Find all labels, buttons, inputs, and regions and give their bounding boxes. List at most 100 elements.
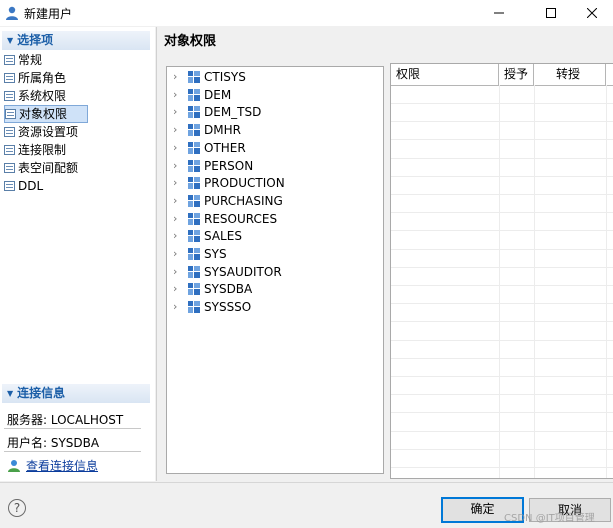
grid-header: 权限 授予 转授 bbox=[391, 64, 613, 86]
minimize-button[interactable] bbox=[476, 0, 522, 26]
view-connection-link[interactable]: 查看连接信息 bbox=[7, 457, 98, 474]
options-header-label: 选择项 bbox=[17, 33, 54, 47]
grid-row-line bbox=[391, 303, 613, 305]
nav-item-label: 常规 bbox=[18, 53, 43, 67]
nav-item-general[interactable]: 常规 bbox=[4, 51, 150, 69]
page-icon bbox=[4, 163, 15, 173]
tree-node-schema[interactable]: › PERSON bbox=[167, 157, 253, 175]
page-icon bbox=[4, 91, 15, 101]
tree-node-schema[interactable]: › PRODUCTION bbox=[167, 174, 285, 192]
nav-item-system-privileges[interactable]: 系统权限 bbox=[4, 87, 150, 105]
grid-row-line bbox=[391, 194, 613, 195]
schema-icon bbox=[188, 301, 200, 314]
tree-node-schema[interactable]: › SYSAUDITOR bbox=[167, 263, 282, 281]
nav-item-ddl[interactable]: DDL bbox=[4, 177, 150, 195]
connection-header-label: 连接信息 bbox=[17, 386, 66, 400]
column-header-grant[interactable]: 授予 bbox=[499, 64, 534, 85]
tree-node-schema[interactable]: › SYSSSO bbox=[167, 298, 251, 316]
grid-row-line bbox=[391, 248, 613, 250]
privilege-grid[interactable]: 权限 授予 转授 bbox=[390, 63, 613, 479]
grid-row-line bbox=[391, 339, 613, 341]
grid-row-line bbox=[391, 157, 613, 159]
tree-node-schema[interactable]: › PURCHASING bbox=[167, 192, 283, 210]
tree-node-label: CTISYS bbox=[204, 70, 246, 84]
title-bar: 新建用户 bbox=[0, 0, 613, 26]
expand-chevron-icon[interactable]: › bbox=[173, 192, 185, 210]
page-icon bbox=[4, 55, 15, 65]
tree-node-label: SALES bbox=[204, 229, 242, 244]
schema-icon bbox=[188, 230, 200, 243]
divider bbox=[4, 451, 141, 452]
grid-row-line bbox=[391, 212, 613, 214]
tree-node-schema[interactable]: › SYSDBA bbox=[167, 280, 252, 298]
expand-chevron-icon[interactable]: › bbox=[173, 121, 185, 139]
tree-node-label: DMHR bbox=[204, 123, 241, 138]
grid-row-line bbox=[391, 139, 613, 141]
schema-icon bbox=[188, 265, 200, 278]
page-title: 对象权限 bbox=[164, 34, 217, 49]
grid-row-line bbox=[391, 103, 613, 104]
view-connection-label: 查看连接信息 bbox=[26, 459, 99, 473]
expand-chevron-icon[interactable]: › bbox=[173, 139, 185, 157]
tree-node-schema[interactable]: › RESOURCES bbox=[167, 210, 277, 228]
expand-chevron-icon[interactable]: › bbox=[173, 157, 185, 175]
tree-node-schema[interactable]: › DEM bbox=[167, 86, 231, 104]
schema-icon bbox=[188, 177, 200, 190]
tree-node-schema[interactable]: › SALES bbox=[167, 227, 242, 245]
expand-chevron-icon[interactable]: › bbox=[173, 103, 185, 121]
close-button[interactable] bbox=[569, 0, 613, 26]
tree-node-schema[interactable]: › CTISYS bbox=[167, 68, 246, 86]
nav-item-label: 连接限制 bbox=[18, 143, 67, 157]
schema-icon bbox=[188, 194, 200, 207]
options-section-header[interactable]: ▼ 选择项 bbox=[2, 31, 150, 50]
schema-icon bbox=[188, 212, 200, 225]
expand-chevron-icon[interactable]: › bbox=[173, 298, 185, 316]
grid-column-line bbox=[534, 85, 535, 478]
tree-node-schema[interactable]: › DEM_TSD bbox=[167, 103, 261, 121]
expand-chevron-icon[interactable]: › bbox=[173, 263, 185, 281]
connection-section-header[interactable]: ▼ 连接信息 bbox=[2, 384, 150, 403]
tree-node-label: OTHER bbox=[204, 140, 246, 155]
column-header-regrant[interactable]: 转授 bbox=[534, 64, 606, 85]
page-icon bbox=[4, 145, 15, 155]
collapse-triangle-icon: ▼ bbox=[7, 36, 14, 45]
nav-item-label: 对象权限 bbox=[19, 107, 68, 121]
expand-chevron-icon[interactable]: › bbox=[173, 227, 185, 245]
grid-row-line bbox=[391, 321, 613, 323]
expand-chevron-icon[interactable]: › bbox=[173, 210, 185, 228]
grid-row-line bbox=[391, 285, 613, 286]
expand-chevron-icon[interactable]: › bbox=[173, 280, 185, 298]
nav-item-object-privileges[interactable]: 对象权限 bbox=[4, 105, 88, 123]
grid-row-line bbox=[391, 394, 613, 396]
maximize-icon bbox=[546, 8, 556, 18]
tree-node-schema[interactable]: › DMHR bbox=[167, 121, 241, 139]
grid-row-line bbox=[391, 467, 613, 468]
options-nav-list: 常规 所属角色 系统权限 对象权限 资源设置项 连接限制 表空间配额 DDL bbox=[4, 51, 150, 195]
expand-chevron-icon[interactable]: › bbox=[173, 174, 185, 192]
expand-chevron-icon[interactable]: › bbox=[173, 68, 185, 86]
connection-icon bbox=[8, 459, 20, 472]
page-icon bbox=[5, 109, 16, 119]
nav-item-label: 表空间配额 bbox=[18, 161, 79, 175]
expand-chevron-icon[interactable]: › bbox=[173, 245, 185, 263]
nav-item-label: 资源设置项 bbox=[18, 125, 79, 139]
tree-node-schema[interactable]: › SYS bbox=[167, 245, 227, 263]
nav-item-resource-settings[interactable]: 资源设置项 bbox=[4, 123, 150, 141]
expand-chevron-icon[interactable]: › bbox=[173, 86, 185, 104]
nav-item-roles[interactable]: 所属角色 bbox=[4, 69, 150, 87]
minimize-icon bbox=[494, 12, 504, 14]
maximize-button[interactable] bbox=[528, 0, 574, 26]
column-header-privilege[interactable]: 权限 bbox=[391, 64, 499, 85]
nav-item-tablespace-quota[interactable]: 表空间配额 bbox=[4, 159, 150, 177]
tree-node-schema[interactable]: › OTHER bbox=[167, 139, 246, 157]
grid-column-line bbox=[606, 85, 607, 478]
nav-item-connection-limits[interactable]: 连接限制 bbox=[4, 141, 150, 159]
username-info: 用户名: SYSDBA bbox=[7, 436, 100, 450]
help-icon[interactable]: ? bbox=[8, 499, 26, 517]
grid-row-line bbox=[391, 175, 613, 177]
nav-item-label: DDL bbox=[18, 179, 44, 193]
grid-row-line bbox=[391, 357, 613, 359]
schema-tree[interactable]: › CTISYS › DEM › DEM_TSD › DMHR › OTHER › PERSON › PR… bbox=[166, 66, 384, 474]
schema-icon bbox=[188, 283, 200, 296]
nav-item-label: 所属角色 bbox=[18, 71, 67, 85]
